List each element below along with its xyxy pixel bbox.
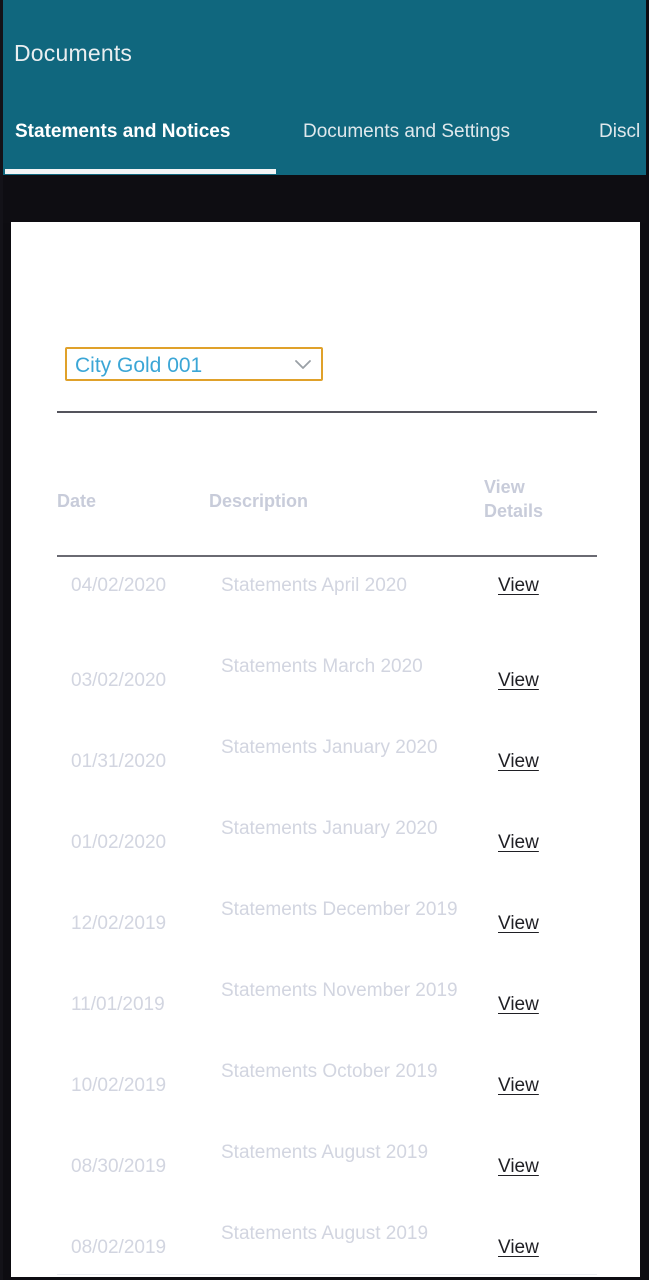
- table-row: 08/02/2019 Statements August 2019 View: [11, 1205, 640, 1277]
- tab-statements-and-notices[interactable]: Statements and Notices: [15, 110, 230, 170]
- app-header: Documents Statements and Notices Documen…: [2, 0, 649, 175]
- documents-card: City Gold 001 Date Description View Deta…: [11, 222, 640, 1277]
- cell-description: Statements August 2019: [221, 1223, 429, 1244]
- cell-description: Statements December 2019: [221, 899, 458, 920]
- cell-date: 11/01/2019: [71, 994, 165, 1015]
- account-dropdown-value: City Gold 001: [75, 354, 203, 377]
- table-body: 04/02/2020 Statements April 2020 View 03/02…: [11, 557, 640, 1277]
- table-row: 08/30/2019 Statements August 2019 View: [11, 1124, 640, 1205]
- table-row: 03/02/2020 Statements March 2020 View: [11, 638, 640, 719]
- column-header-description: Description: [209, 491, 309, 511]
- view-document-link[interactable]: View: [498, 832, 539, 853]
- column-header-view-details: View Details: [484, 475, 564, 523]
- cell-view-details: View: [498, 1234, 588, 1261]
- cell-description: Statements October 2019: [221, 1061, 438, 1082]
- cell-date: 12/02/2019: [71, 913, 167, 934]
- chevron-down-icon: [295, 360, 311, 370]
- cell-description: Statements November 2019: [221, 980, 458, 1001]
- view-document-link[interactable]: View: [498, 670, 539, 691]
- account-selector: City Gold 001: [65, 347, 323, 381]
- documents-table: Date Description View Details 04/02/2020…: [11, 467, 640, 1258]
- table-row: 04/02/2020 Statements April 2020 View: [11, 557, 640, 638]
- card-bottom-hairline: [57, 1274, 597, 1275]
- cell-description: Statements January 2020: [221, 737, 438, 758]
- cell-date: 04/02/2020: [71, 575, 167, 596]
- active-tab-indicator: [5, 169, 276, 174]
- cell-date: 01/31/2020: [71, 751, 167, 772]
- app-viewport: Documents Statements and Notices Documen…: [0, 0, 649, 1280]
- table-row: 01/31/2020 Statements January 2020 View: [11, 719, 640, 800]
- table-row: 11/01/2019 Statements November 2019 View: [11, 962, 640, 1043]
- account-dropdown[interactable]: City Gold 001: [65, 347, 323, 381]
- column-header-view-details-line1: View: [484, 477, 525, 497]
- cell-view-details: View: [498, 748, 588, 775]
- cell-view-details: View: [498, 910, 588, 937]
- tab-documents-and-settings[interactable]: Documents and Settings: [303, 110, 510, 170]
- view-document-link[interactable]: View: [498, 751, 539, 772]
- cell-view-details: View: [498, 829, 588, 856]
- view-document-link[interactable]: View: [498, 1075, 539, 1096]
- view-document-link[interactable]: View: [498, 1156, 539, 1177]
- cell-date: 10/02/2019: [71, 1075, 167, 1096]
- cell-description: Statements April 2020: [221, 575, 407, 596]
- left-bezel: [0, 0, 3, 1280]
- cell-description: Statements March 2020: [221, 656, 423, 677]
- cell-description: Statements August 2019: [221, 1142, 429, 1163]
- cell-view-details: View: [498, 667, 588, 694]
- cell-date: 08/02/2019: [71, 1237, 167, 1258]
- table-row: 12/02/2019 Statements December 2019 View: [11, 881, 640, 962]
- cell-date: 08/30/2019: [71, 1156, 167, 1177]
- tab-bar: Statements and Notices Documents and Set…: [2, 110, 649, 175]
- page-title: Documents: [14, 40, 133, 66]
- selector-divider: [57, 411, 597, 413]
- view-document-link[interactable]: View: [498, 1237, 539, 1258]
- header-content-gap: [0, 175, 649, 223]
- cell-date: 01/02/2020: [71, 832, 167, 853]
- cell-description: Statements January 2020: [221, 818, 438, 839]
- cell-view-details: View: [498, 1072, 588, 1099]
- cell-date: 03/02/2020: [71, 670, 167, 691]
- view-document-link[interactable]: View: [498, 913, 539, 934]
- tab-disclosures[interactable]: Discl: [599, 110, 640, 170]
- cell-view-details: View: [498, 991, 588, 1018]
- view-document-link[interactable]: View: [498, 994, 539, 1015]
- table-header-row: Date Description View Details: [11, 467, 640, 557]
- cell-view-details: View: [498, 1153, 588, 1180]
- table-row: 10/02/2019 Statements October 2019 View: [11, 1043, 640, 1124]
- cell-view-details: View: [498, 572, 588, 599]
- table-row: 01/02/2020 Statements January 2020 View: [11, 800, 640, 881]
- column-header-view-details-line2: Details: [484, 501, 544, 521]
- view-document-link[interactable]: View: [498, 575, 539, 596]
- column-header-date: Date: [57, 491, 97, 511]
